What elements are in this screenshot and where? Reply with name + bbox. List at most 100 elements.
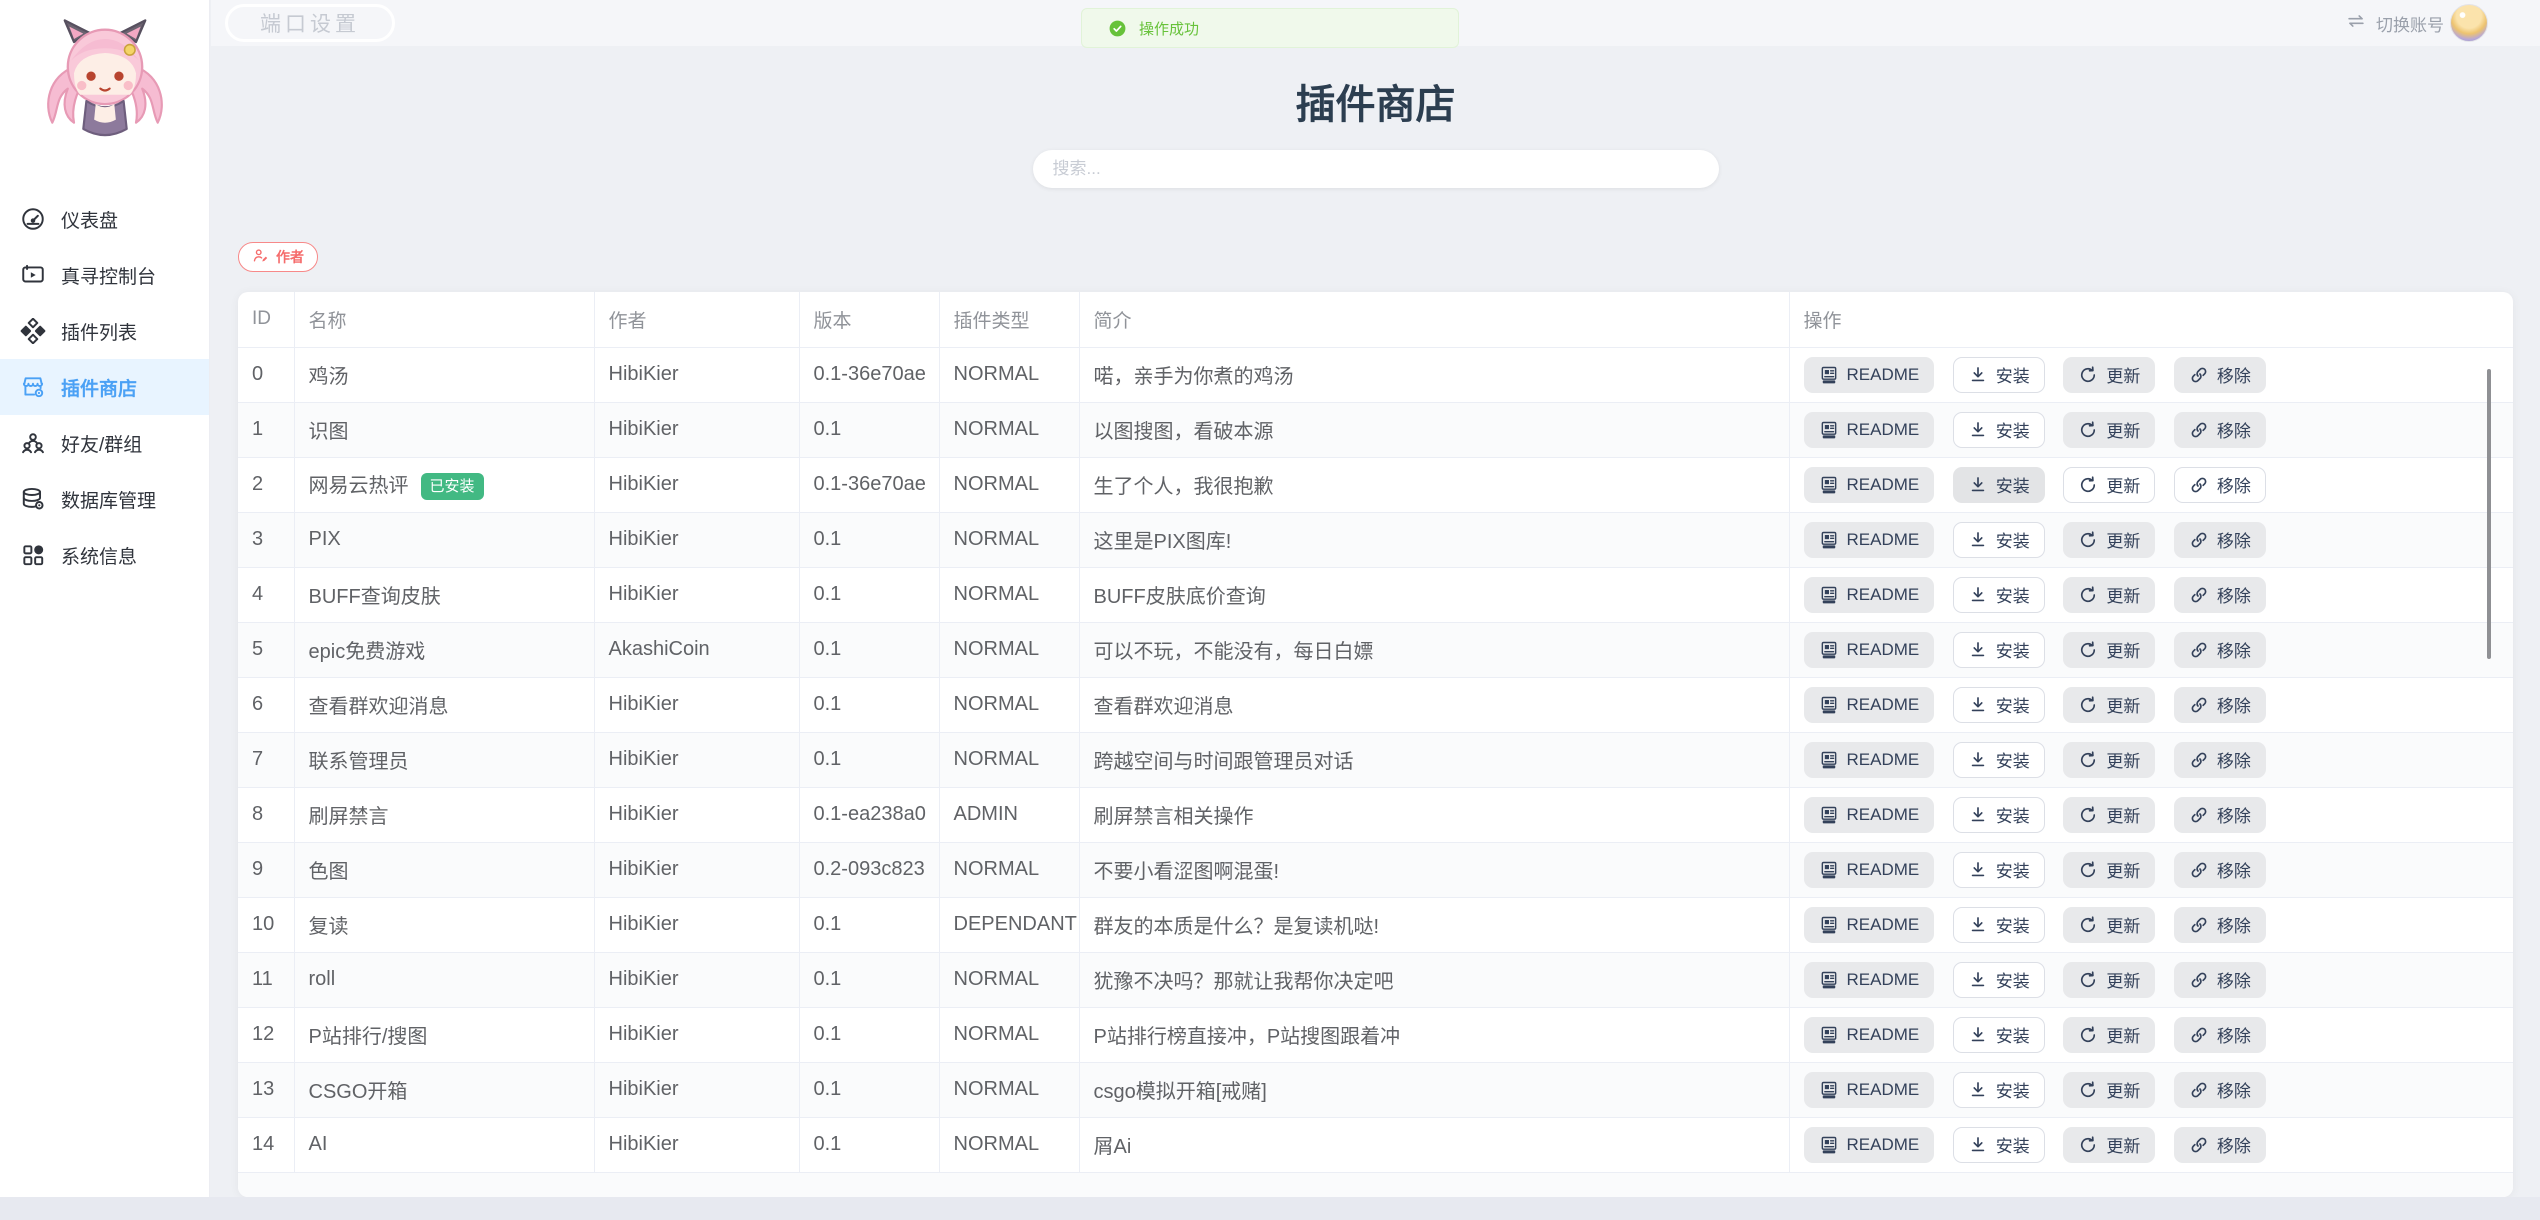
cell-actions: README 安装 更新 移除 [1789, 1117, 2513, 1172]
update-button[interactable]: 更新 [2063, 907, 2155, 943]
update-button[interactable]: 更新 [2063, 632, 2155, 668]
readme-button[interactable]: README [1804, 357, 1935, 393]
sidebar-item-database[interactable]: 数据库管理 [0, 471, 209, 527]
remove-button[interactable]: 移除 [2174, 1017, 2266, 1053]
author-filter-button[interactable]: 作者 [238, 242, 318, 272]
sidebar-item-plugin-list[interactable]: 插件列表 [0, 303, 209, 359]
update-button[interactable]: 更新 [2063, 467, 2155, 503]
readme-button[interactable]: README [1804, 1127, 1935, 1163]
install-button[interactable]: 安装 [1953, 852, 2045, 888]
readme-button[interactable]: README [1804, 412, 1935, 448]
update-button[interactable]: 更新 [2063, 357, 2155, 393]
console-icon [20, 262, 46, 288]
install-button[interactable]: 安装 [1953, 1017, 2045, 1053]
install-button[interactable]: 安装 [1953, 357, 2045, 393]
install-button[interactable]: 安装 [1953, 412, 2045, 448]
cell-desc: 喏，亲手为你煮的鸡汤 [1079, 347, 1789, 402]
main-area: 端口设置 切换账号 插件商店 [211, 0, 2540, 1220]
download-icon [1968, 475, 1988, 495]
readme-button[interactable]: README [1804, 1072, 1935, 1108]
user-avatar[interactable] [2450, 4, 2488, 42]
sidebar-item-system-info[interactable]: 系统信息 [0, 527, 209, 583]
table-header-row: ID 名称 作者 版本 插件类型 简介 操作 [238, 292, 2513, 347]
plugin-table: ID 名称 作者 版本 插件类型 简介 操作 0 鸡汤 HibiKier 0.1… [238, 292, 2513, 1197]
remove-button[interactable]: 移除 [2174, 467, 2266, 503]
cell-id: 14 [238, 1117, 294, 1172]
install-button[interactable]: 安装 [1953, 907, 2045, 943]
update-button[interactable]: 更新 [2063, 577, 2155, 613]
success-toast: 操作成功 [1081, 8, 1459, 48]
remove-button[interactable]: 移除 [2174, 962, 2266, 998]
update-button[interactable]: 更新 [2063, 412, 2155, 448]
cell-name: 色图 [294, 842, 594, 897]
update-button[interactable]: 更新 [2063, 852, 2155, 888]
install-button[interactable]: 安装 [1953, 797, 2045, 833]
readme-button[interactable]: README [1804, 467, 1935, 503]
install-button[interactable]: 安装 [1953, 577, 2045, 613]
cell-author: HibiKier [594, 897, 799, 952]
update-button[interactable]: 更新 [2063, 797, 2155, 833]
sidebar-item-plugin-store[interactable]: 插件商店 [0, 359, 209, 415]
swap-arrows-icon [2345, 10, 2367, 37]
readme-button[interactable]: README [1804, 907, 1935, 943]
readme-button[interactable]: README [1804, 632, 1935, 668]
readme-button[interactable]: README [1804, 797, 1935, 833]
readme-button[interactable]: README [1804, 1017, 1935, 1053]
install-button[interactable]: 安装 [1953, 962, 2045, 998]
readme-button[interactable]: README [1804, 687, 1935, 723]
cell-id: 2 [238, 457, 294, 512]
install-button[interactable]: 安装 [1953, 1127, 2045, 1163]
table-vertical-scrollbar[interactable] [2487, 369, 2491, 659]
port-settings-button[interactable]: 端口设置 [225, 4, 395, 42]
remove-button[interactable]: 移除 [2174, 907, 2266, 943]
col-header-actions: 操作 [1789, 292, 2513, 347]
update-button[interactable]: 更新 [2063, 1127, 2155, 1163]
remove-button[interactable]: 移除 [2174, 1072, 2266, 1108]
sidebar-item-console[interactable]: 真寻控制台 [0, 247, 209, 303]
update-button[interactable]: 更新 [2063, 962, 2155, 998]
update-button[interactable]: 更新 [2063, 687, 2155, 723]
readme-button[interactable]: README [1804, 742, 1935, 778]
cell-name: 联系管理员 [294, 732, 594, 787]
readme-button[interactable]: README [1804, 577, 1935, 613]
remove-button[interactable]: 移除 [2174, 742, 2266, 778]
remove-button[interactable]: 移除 [2174, 797, 2266, 833]
plugin-list-icon [20, 318, 46, 344]
plugin-table-card: ID 名称 作者 版本 插件类型 简介 操作 0 鸡汤 HibiKier 0.1… [238, 292, 2513, 1197]
remove-button[interactable]: 移除 [2174, 632, 2266, 668]
install-button[interactable]: 安装 [1953, 1072, 2045, 1108]
unlink-icon [2189, 915, 2209, 935]
remove-button[interactable]: 移除 [2174, 852, 2266, 888]
cell-desc: P站排行榜直接冲，P站搜图跟着冲 [1079, 1007, 1789, 1062]
remove-button[interactable]: 移除 [2174, 577, 2266, 613]
cell-type: NORMAL [939, 622, 1079, 677]
install-button[interactable]: 安装 [1953, 467, 2045, 503]
remove-button[interactable]: 移除 [2174, 357, 2266, 393]
cell-desc: 这里是PIX图库! [1079, 512, 1789, 567]
cell-actions: README 安装 更新 移除 [1789, 512, 2513, 567]
table-row: 14 AI HibiKier 0.1 NORMAL 屑Ai README 安装 [238, 1117, 2513, 1172]
remove-button[interactable]: 移除 [2174, 687, 2266, 723]
sidebar-item-dashboard[interactable]: 仪表盘 [0, 191, 209, 247]
remove-button[interactable]: 移除 [2174, 522, 2266, 558]
update-button[interactable]: 更新 [2063, 1017, 2155, 1053]
sidebar-item-friends[interactable]: 好友/群组 [0, 415, 209, 471]
remove-button[interactable]: 移除 [2174, 412, 2266, 448]
update-button[interactable]: 更新 [2063, 742, 2155, 778]
install-button[interactable]: 安装 [1953, 632, 2045, 668]
author-icon [252, 247, 269, 267]
update-button[interactable]: 更新 [2063, 1072, 2155, 1108]
search-input[interactable] [1033, 150, 1719, 188]
readme-button[interactable]: README [1804, 522, 1935, 558]
install-button[interactable]: 安装 [1953, 742, 2045, 778]
install-button[interactable]: 安装 [1953, 522, 2045, 558]
readme-button[interactable]: README [1804, 962, 1935, 998]
switch-account[interactable]: 切换账号 [2345, 0, 2444, 46]
remove-button[interactable]: 移除 [2174, 1127, 2266, 1163]
update-button[interactable]: 更新 [2063, 522, 2155, 558]
install-button[interactable]: 安装 [1953, 687, 2045, 723]
cell-type: NORMAL [939, 677, 1079, 732]
cell-id: 8 [238, 787, 294, 842]
cell-version: 0.2-093c823 [799, 842, 939, 897]
readme-button[interactable]: README [1804, 852, 1935, 888]
